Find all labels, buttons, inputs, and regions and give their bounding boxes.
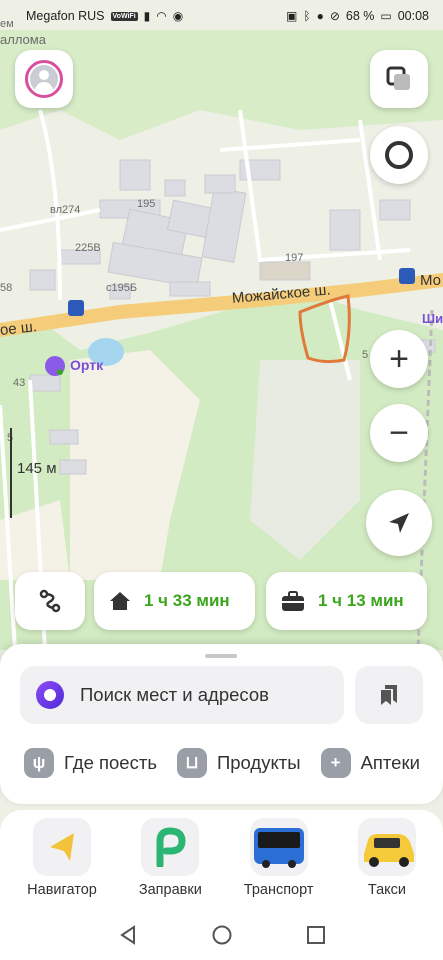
fork-knife-icon: ψ — [24, 748, 54, 778]
minus-icon: − — [389, 414, 409, 452]
battery-icon: ▭ — [380, 9, 392, 23]
service-gas[interactable]: Заправки — [118, 818, 222, 910]
alice-button[interactable] — [370, 126, 428, 184]
status-bar: Megafon RUS VoWiFi ▮ ◠ ◉ ▣ ᛒ ● ⊘ 68 % ▭ … — [0, 0, 443, 32]
bookmarks-icon — [381, 685, 397, 705]
user-avatar-icon — [30, 65, 58, 93]
location-icon: ● — [316, 9, 324, 23]
map-label-building: 5 — [362, 349, 369, 361]
map-label-building: 195 — [137, 198, 156, 210]
clock: 00:08 — [397, 9, 429, 23]
carrier-label: Megafon RUS — [26, 9, 105, 23]
avatar — [25, 60, 63, 98]
layers-icon — [386, 66, 410, 90]
home-route-chip[interactable]: 1 ч 33 мин — [94, 572, 255, 630]
recents-square-icon — [306, 926, 325, 944]
map-label-building: 197 — [285, 252, 304, 264]
battery-percent: 68 % — [345, 9, 375, 23]
bus-icon — [249, 818, 308, 876]
back-triangle-icon — [119, 925, 135, 945]
scale-bar — [10, 428, 12, 518]
map-label: аллома — [0, 32, 46, 47]
service-label: Навигатор — [27, 882, 97, 898]
pharmacy-icon: + — [320, 748, 351, 778]
bluetooth-icon: ᛒ — [303, 9, 311, 23]
signal-icon: ▮ — [143, 9, 151, 23]
zoom-in-button[interactable]: + — [370, 330, 428, 388]
service-label: Такси — [367, 882, 407, 898]
map-label-building: с195Б — [106, 282, 138, 294]
home-circle-icon — [212, 925, 231, 945]
taxi-icon — [357, 818, 416, 876]
map-label-shi: Ши — [422, 311, 443, 326]
briefcase-icon — [282, 591, 304, 611]
category-pharmacy[interactable]: + Аптеки — [320, 748, 420, 778]
sheet-handle[interactable] — [205, 654, 237, 658]
category-label: Аптеки — [360, 752, 420, 773]
road-label-right: Мо — [420, 272, 442, 289]
search-input[interactable]: Поиск мест и адресов — [20, 666, 344, 724]
bottom-sheet: Поиск мест и адресов ψ Где поесть ⊔ Прод… — [0, 644, 443, 804]
wifi-icon: ◠ — [156, 9, 167, 23]
map-label-building: 225В — [75, 242, 101, 254]
route-icon — [39, 589, 61, 613]
category-label: Продукты — [216, 752, 301, 773]
system-nav-bar — [0, 910, 443, 960]
eye-icon: ◉ — [172, 9, 184, 23]
poi-ortk[interactable]: Ортк — [70, 357, 103, 373]
basket-icon: ⊔ — [176, 748, 207, 778]
service-label: Транспорт — [243, 882, 314, 898]
map-label-building: 58 — [0, 282, 13, 294]
my-location-button[interactable] — [366, 490, 432, 556]
bookmarks-button[interactable] — [355, 666, 423, 724]
home-route-time: 1 ч 33 мин — [144, 591, 230, 610]
service-transport[interactable]: Транспорт — [227, 818, 331, 910]
service-label: Заправки — [138, 882, 202, 898]
search-placeholder: Поиск мест и адресов — [80, 684, 269, 705]
category-row: ψ Где поесть ⊔ Продукты + Аптеки — [24, 748, 420, 778]
layers-button[interactable] — [370, 50, 428, 108]
map-label-building: 43 — [13, 377, 26, 389]
navigator-arrow-icon — [33, 818, 91, 876]
work-route-chip[interactable]: 1 ч 13 мин — [266, 572, 427, 630]
nfc-icon: ▣ — [286, 9, 298, 23]
category-label: Где поесть — [64, 752, 157, 773]
nav-back-button[interactable] — [113, 920, 143, 950]
services-bar: Навигатор Заправки Транспорт Такси — [0, 810, 443, 910]
alice-ring-icon — [385, 141, 413, 169]
gas-station-icon — [141, 818, 200, 876]
nav-home-button[interactable] — [207, 920, 237, 950]
category-groceries[interactable]: ⊔ Продукты — [176, 748, 301, 778]
screen: ем аллома вл274 195 225В с195Б 197 58 43… — [0, 0, 443, 960]
mute-icon: ⊘ — [329, 9, 340, 23]
navigation-arrow-icon — [389, 513, 409, 533]
vowifi-badge: VoWiFi — [110, 11, 138, 21]
category-food[interactable]: ψ Где поесть — [24, 748, 157, 778]
work-route-time: 1 ч 13 мин — [318, 591, 404, 610]
alice-icon — [36, 681, 64, 709]
route-options-button[interactable] — [15, 572, 85, 630]
home-icon — [110, 592, 130, 610]
service-navigator[interactable]: Навигатор — [10, 818, 114, 910]
nav-recents-button[interactable] — [301, 920, 331, 950]
plus-icon: + — [389, 340, 409, 378]
scale-label: 145 м — [17, 460, 57, 477]
service-taxi[interactable]: Такси — [335, 818, 439, 910]
map-label-building: вл274 — [50, 204, 81, 216]
profile-button[interactable] — [15, 50, 73, 108]
zoom-out-button[interactable]: − — [370, 404, 428, 462]
